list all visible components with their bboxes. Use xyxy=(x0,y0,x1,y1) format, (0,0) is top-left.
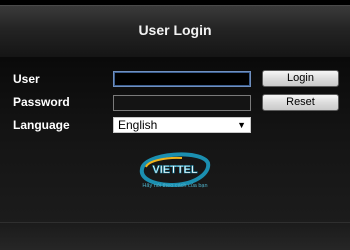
login-header: User Login xyxy=(0,5,350,57)
chevron-down-icon: ▼ xyxy=(237,120,246,130)
language-select[interactable]: English ▼ xyxy=(113,117,251,133)
user-input[interactable] xyxy=(113,71,251,87)
footer-strip xyxy=(0,222,350,250)
slogan-text: Hãy nói theo cách của bạn xyxy=(142,183,208,189)
reset-button[interactable]: Reset xyxy=(262,94,339,111)
password-input[interactable] xyxy=(113,95,251,111)
logo-text: VIETTEL xyxy=(152,164,198,176)
user-label: User xyxy=(13,72,40,86)
language-selected-value: English xyxy=(118,118,158,132)
page-title: User Login xyxy=(138,22,212,38)
password-label: Password xyxy=(13,95,70,109)
login-button[interactable]: Login xyxy=(262,70,339,87)
language-label: Language xyxy=(13,118,70,132)
login-panel: User Login User Password Language Englis… xyxy=(0,0,350,250)
